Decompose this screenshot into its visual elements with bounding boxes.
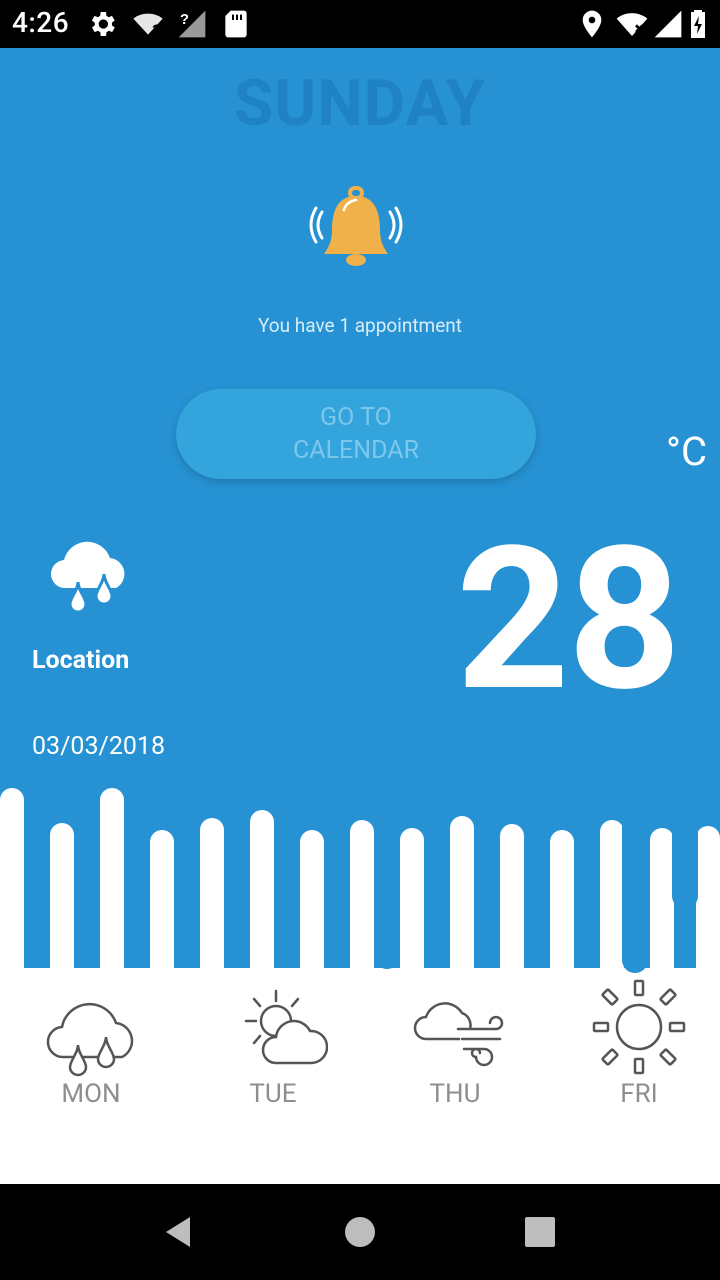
wifi-off-icon <box>616 13 648 36</box>
day-title: SUNDAY <box>233 66 487 141</box>
forecast-day-label: THU <box>429 1079 481 1109</box>
back-icon[interactable] <box>160 1214 196 1250</box>
forecast-day-label: TUE <box>249 1079 297 1109</box>
cloud-wind-icon <box>413 1002 504 1067</box>
status-time: 4:26 <box>12 6 70 39</box>
location-icon <box>582 10 602 38</box>
sun-icon <box>592 979 686 1075</box>
partly-sunny-icon <box>244 989 328 1065</box>
location-label[interactable]: Location <box>32 646 129 675</box>
rain-cloud-icon <box>50 541 125 614</box>
forecast-day-label: FRI <box>620 1079 658 1109</box>
temperature-unit: °C <box>666 428 707 475</box>
forecast-item-fri[interactable]: FRI <box>564 975 714 1109</box>
drip-border <box>0 780 720 980</box>
forecast-item-mon[interactable]: MON <box>16 975 166 1109</box>
bell-ringing-icon <box>309 186 403 266</box>
settings-icon <box>91 12 115 36</box>
temperature-value: 28 <box>456 504 681 736</box>
home-icon[interactable] <box>342 1214 378 1250</box>
signal-icon <box>654 10 682 38</box>
forecast-item-tue[interactable]: TUE <box>198 975 348 1109</box>
forecast-day-label: MON <box>61 1079 121 1109</box>
svg-text:?: ? <box>180 12 189 28</box>
appointment-text: You have 1 appointment <box>257 314 463 337</box>
status-bar: 4:26 ? ? <box>0 0 720 48</box>
rain-cloud-icon <box>46 1002 134 1077</box>
sd-card-icon <box>225 10 247 38</box>
svg-text:?: ? <box>152 23 161 39</box>
navigation-bar <box>0 1184 720 1280</box>
wifi-question-icon: ? <box>133 13 163 39</box>
signal-question-icon: ? <box>178 10 206 38</box>
battery-charging-icon <box>691 10 705 38</box>
forecast-item-thu[interactable]: THU <box>380 975 530 1109</box>
go-to-calendar-button[interactable]: GO TO CALENDAR <box>176 389 536 479</box>
date-label: 03/03/2018 <box>32 732 166 761</box>
recents-icon[interactable] <box>522 1214 558 1250</box>
go-to-calendar-label: GO TO CALENDAR <box>293 403 419 465</box>
